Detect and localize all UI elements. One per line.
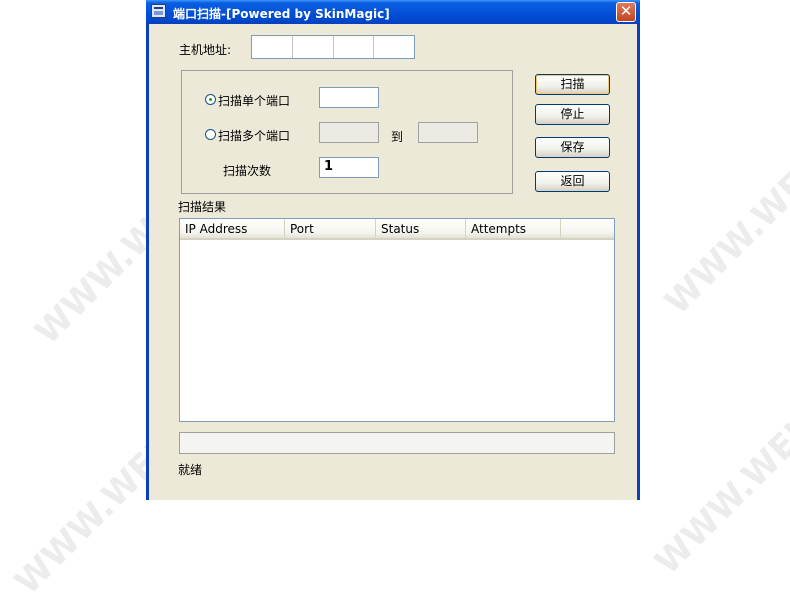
multi-port-from-input[interactable] [319, 122, 379, 143]
multi-port-label[interactable]: 扫描多个端口 [218, 127, 290, 144]
title-bar[interactable]: 端口扫描-[Powered by SkinMagic] ✕ [146, 0, 640, 24]
scan-count-label: 扫描次数 [223, 164, 272, 178]
watermark: WWW.WEIDOWN.COM [647, 257, 790, 583]
host-address-label: 主机地址: [179, 43, 232, 57]
ip-segment-3[interactable] [334, 36, 375, 58]
window-title: 端口扫描-[Powered by SkinMagic] [173, 7, 390, 21]
single-port-input[interactable] [319, 87, 379, 108]
column-filler [561, 219, 614, 240]
column-ip-address[interactable]: IP Address [180, 219, 285, 240]
scan-count-input[interactable]: 1 [319, 157, 379, 178]
to-label: 到 [391, 130, 404, 144]
status-text: 就绪 [178, 463, 203, 477]
port-scan-window: 端口扫描-[Powered by SkinMagic] ✕ 主机地址: 扫描单个… [146, 0, 640, 500]
scan-results-list[interactable]: IP Address Port Status Attempts [179, 218, 615, 422]
ip-segment-1[interactable] [252, 36, 293, 58]
column-attempts[interactable]: Attempts [466, 219, 561, 240]
multi-port-to-input[interactable] [418, 122, 478, 143]
single-port-radio[interactable] [205, 94, 216, 105]
scan-button[interactable]: 扫描 [535, 74, 610, 95]
back-button[interactable]: 返回 [535, 171, 610, 192]
save-button[interactable]: 保存 [535, 137, 610, 158]
scan-results-label: 扫描结果 [178, 200, 227, 214]
column-status[interactable]: Status [376, 219, 466, 240]
ip-segment-2[interactable] [293, 36, 334, 58]
stop-button[interactable]: 停止 [535, 104, 610, 125]
column-port[interactable]: Port [285, 219, 376, 240]
single-port-label[interactable]: 扫描单个端口 [218, 92, 290, 109]
results-header: IP Address Port Status Attempts [180, 219, 614, 240]
host-ip-input[interactable] [251, 35, 415, 59]
scan-progress-bar [179, 432, 615, 454]
app-window-icon [151, 4, 166, 18]
ip-segment-4[interactable] [374, 36, 414, 58]
watermark: WWW.WEIDOWN.COM [657, 0, 790, 323]
close-button[interactable]: ✕ [616, 2, 636, 22]
multi-port-radio[interactable] [205, 129, 216, 140]
